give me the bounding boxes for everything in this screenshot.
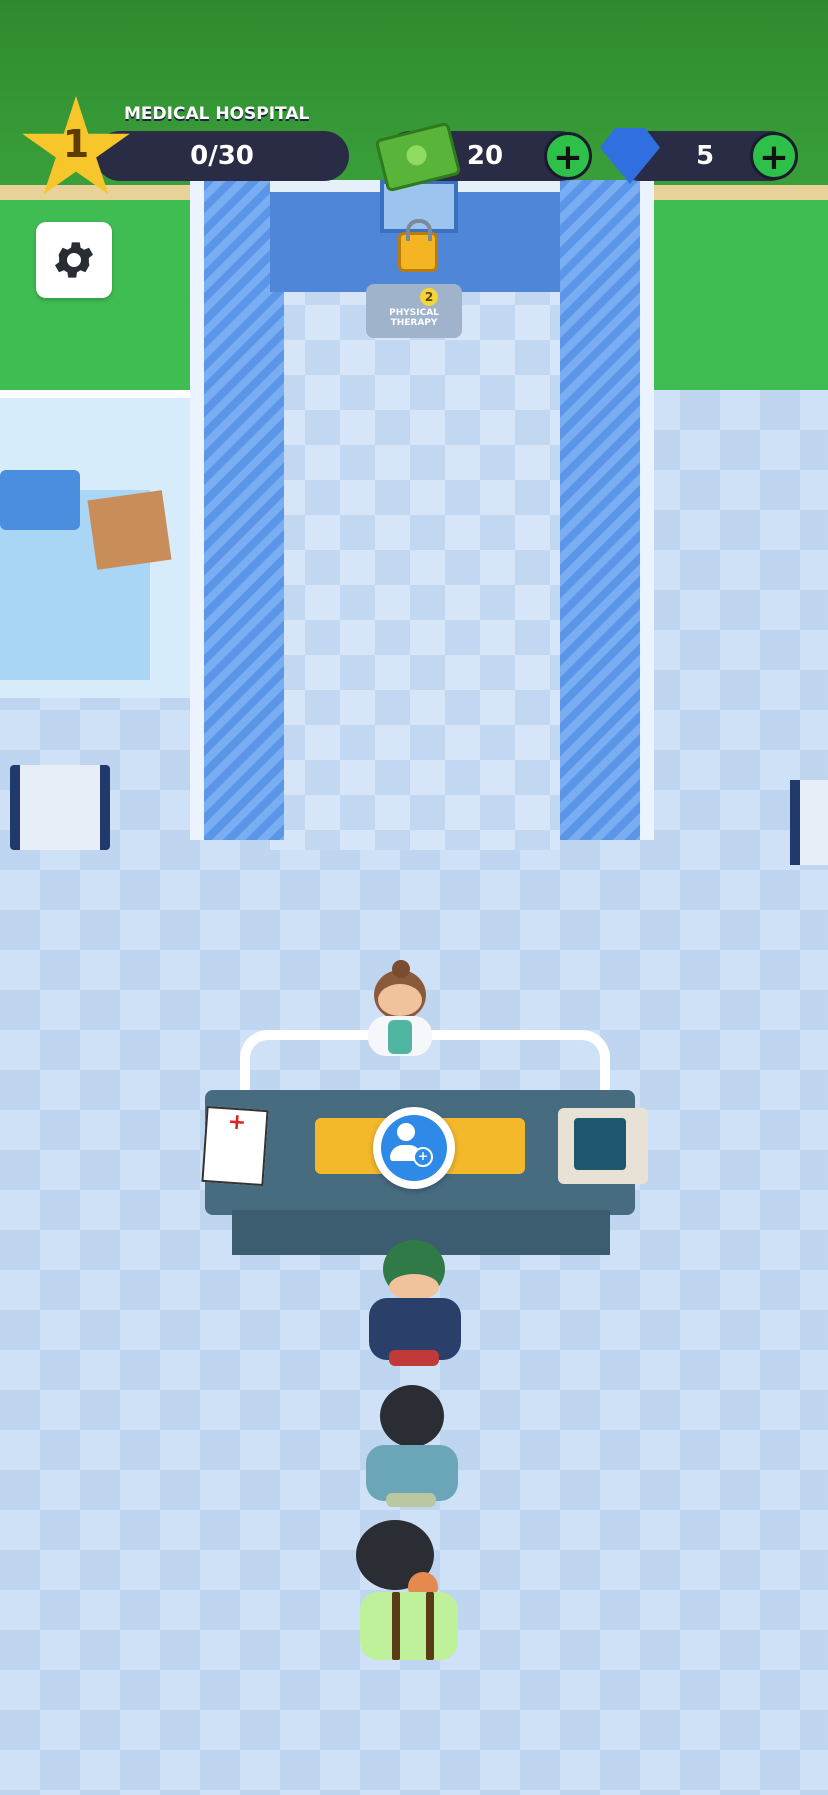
settings-button[interactable] [36, 222, 112, 298]
assign-patient-button[interactable]: + [373, 1107, 455, 1189]
add-cash-button[interactable]: + [544, 132, 592, 180]
waiting-bench-right [790, 780, 828, 865]
cardboard-box [87, 490, 172, 570]
patient-character [362, 1385, 462, 1510]
corridor-wall-right [560, 180, 654, 840]
level-number: 1 [62, 122, 90, 166]
patients-progress-bar: 0/30 [95, 131, 349, 181]
waiting-bench-left [10, 765, 110, 850]
exam-bed [0, 470, 80, 530]
hospital-name: MEDICAL HOSPITAL [124, 104, 310, 124]
add-gems-button[interactable]: + [750, 132, 798, 180]
gear-icon [55, 242, 93, 278]
locked-room-label: PHYSICAL THERAPY [389, 308, 439, 328]
receptionist-character [350, 960, 450, 1060]
patient-character [350, 1520, 465, 1670]
printer-icon [558, 1108, 648, 1184]
lock-icon[interactable] [398, 219, 438, 272]
clipboard-icon [201, 1105, 269, 1187]
patient-character [365, 1240, 465, 1370]
star-level-badge: 2 [420, 288, 438, 306]
locked-room-sign[interactable]: 2 PHYSICAL THERAPY [366, 284, 462, 338]
